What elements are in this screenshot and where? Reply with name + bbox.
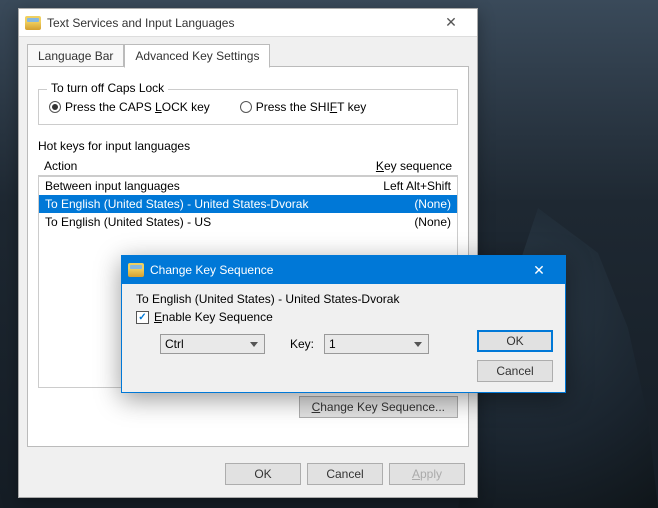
- change-key-sequence-button[interactable]: Change Key Sequence...: [299, 396, 458, 418]
- radio-label: Press the CAPS LOCK key: [65, 100, 210, 114]
- list-item-action: Between input languages: [45, 179, 341, 193]
- radio-icon: [240, 101, 252, 113]
- list-item-action: To English (United States) - US: [45, 215, 341, 229]
- radio-label: Press the SHIFT key: [256, 100, 367, 114]
- list-item-key: (None): [341, 215, 451, 229]
- window-title: Text Services and Input Languages: [47, 16, 431, 30]
- dialog-target-language: To English (United States) - United Stat…: [136, 292, 551, 306]
- list-item[interactable]: To English (United States) - United Stat…: [39, 195, 457, 213]
- caps-lock-group: To turn off Caps Lock Press the CAPS LOC…: [38, 89, 458, 125]
- col-key-header: Key sequence: [342, 159, 452, 173]
- enable-key-sequence-checkbox[interactable]: Enable Key Sequence: [136, 310, 551, 324]
- close-icon[interactable]: ✕: [519, 256, 559, 284]
- dialog-body: To English (United States) - United Stat…: [122, 284, 565, 392]
- apply-button[interactable]: Apply: [389, 463, 465, 485]
- checkbox-label: Enable Key Sequence: [154, 310, 273, 324]
- hotkeys-section-label: Hot keys for input languages: [38, 139, 458, 153]
- modifier-value: Ctrl: [165, 337, 184, 351]
- list-item[interactable]: Between input languages Left Alt+Shift: [39, 177, 457, 195]
- change-key-sequence-dialog: Change Key Sequence ✕ To English (United…: [121, 255, 566, 393]
- radio-icon: [49, 101, 61, 113]
- key-label: Key:: [290, 337, 314, 351]
- cancel-button[interactable]: Cancel: [477, 360, 553, 382]
- dialog-title: Change Key Sequence: [150, 263, 519, 277]
- hotkeys-list-header: Action Key sequence: [38, 157, 458, 176]
- list-item[interactable]: To English (United States) - US (None): [39, 213, 457, 231]
- dialog-titlebar[interactable]: Change Key Sequence ✕: [122, 256, 565, 284]
- tab-language-bar[interactable]: Language Bar: [27, 44, 124, 68]
- radio-press-caps-lock[interactable]: Press the CAPS LOCK key: [49, 100, 210, 114]
- keyboard-icon: [25, 16, 41, 30]
- main-titlebar[interactable]: Text Services and Input Languages ✕: [19, 9, 477, 37]
- keyboard-icon: [128, 263, 144, 277]
- list-item-key: Left Alt+Shift: [341, 179, 451, 193]
- tab-strip: Language Bar Advanced Key Settings: [27, 43, 469, 67]
- col-action-header: Action: [44, 159, 342, 173]
- list-item-action: To English (United States) - United Stat…: [45, 197, 341, 211]
- key-combo[interactable]: 1: [324, 334, 429, 354]
- main-window: Text Services and Input Languages ✕ Lang…: [18, 8, 478, 498]
- ok-button[interactable]: OK: [225, 463, 301, 485]
- cancel-button[interactable]: Cancel: [307, 463, 383, 485]
- radio-press-shift[interactable]: Press the SHIFT key: [240, 100, 367, 114]
- ok-button[interactable]: OK: [477, 330, 553, 352]
- checkbox-icon: [136, 311, 149, 324]
- close-icon[interactable]: ✕: [431, 9, 471, 37]
- caps-lock-group-label: To turn off Caps Lock: [47, 81, 168, 95]
- modifier-combo[interactable]: Ctrl: [160, 334, 265, 354]
- tab-advanced-key-settings[interactable]: Advanced Key Settings: [124, 44, 270, 68]
- list-item-key: (None): [341, 197, 451, 211]
- key-value: 1: [329, 337, 336, 351]
